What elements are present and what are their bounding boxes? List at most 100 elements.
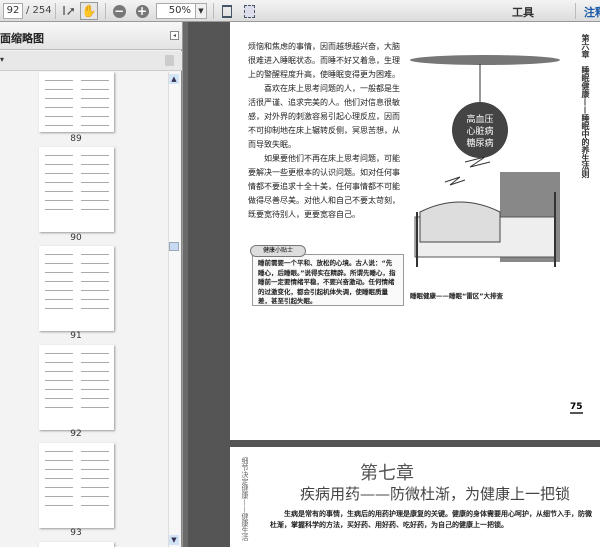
thumbnail-text-line xyxy=(45,80,73,81)
tip-tag: 健康小贴士 xyxy=(250,245,306,257)
thumbnail-text-line xyxy=(45,353,73,354)
thumbnail-text-line xyxy=(45,290,73,291)
thumbnail-text-line xyxy=(81,125,109,126)
options-dropdown[interactable]: ▾ xyxy=(0,55,4,64)
thumbnail-text-line xyxy=(45,254,73,255)
thumbnail-page-91[interactable] xyxy=(39,246,114,331)
thumbnail-text-line xyxy=(45,469,73,470)
thumbnail-text-line xyxy=(45,389,73,390)
document-page-75: 烦恼和焦虑的事情，因而越想越兴奋，大脑很难进入睡眠状态。而睡不好又着急，生理上的… xyxy=(230,22,600,440)
thumbnail-text-line xyxy=(81,254,109,255)
page-number-input[interactable]: 92 xyxy=(3,3,23,19)
chapter-title: 疾病用药——防微杜渐，为健康上一把锁 xyxy=(300,485,571,503)
thumbnail-text-line xyxy=(45,263,73,264)
chapter-intro: 生病是常有的事情，生病后的用药护理是康复的关键。健康的身体需要用心呵护，从细节入… xyxy=(270,510,592,529)
thumbnail-text-line xyxy=(81,308,109,309)
thumbnail-text-line xyxy=(81,389,109,390)
paragraph: 喜欢在床上思考问题的人，一般都是生活很严谨、追求完美的人。他们对信息很敏感，对外… xyxy=(248,84,400,149)
thumbnail-text-line xyxy=(45,164,73,165)
thumbnail-text-line xyxy=(81,164,109,165)
running-head: 第六章 睡眠健康——睡眠中的养生法则 xyxy=(581,34,590,178)
running-head: 细节决定健康——健康生活 xyxy=(241,457,249,541)
thumbnail-label: 93 xyxy=(70,528,82,538)
paragraph: 如果要他们不再在床上思考问题，可能要解决一些更根本的认识问题。如对任何事情都不要… xyxy=(248,154,400,219)
zoom-dropdown-button[interactable]: ▼ xyxy=(195,3,207,19)
thumbnail-text-line xyxy=(81,80,109,81)
thumbnail-page-93[interactable] xyxy=(39,443,114,528)
select-tool-icon[interactable]: I➚ xyxy=(60,2,78,20)
divider xyxy=(105,3,106,19)
thumbnail-text-line xyxy=(45,478,73,479)
panel-header: 页面缩略图 ◂ xyxy=(0,22,182,50)
fit-page-icon[interactable] xyxy=(218,2,236,20)
chapter-number: 第七章 xyxy=(360,463,414,484)
thumbnail-text-line xyxy=(45,505,73,506)
thumbnail-text-line xyxy=(81,487,109,488)
paragraph: 烦恼和焦虑的事情，因而越想越兴奋，大脑很难进入睡眠状态。而睡不好又着急，生理上的… xyxy=(248,42,400,79)
thumbnail-text-line xyxy=(45,209,73,210)
thumbnail-text-line xyxy=(45,362,73,363)
thumbnail-text-line xyxy=(45,272,73,273)
thumbnail-text-line xyxy=(45,460,73,461)
collapse-panel-button[interactable]: ◂ xyxy=(170,31,179,40)
body-text: 烦恼和焦虑的事情，因而越想越兴奋，大脑很难进入睡眠状态。而睡不好又着急，生理上的… xyxy=(248,40,406,222)
thumbnail-text-line xyxy=(81,98,109,99)
thumbnail-text-line xyxy=(45,371,73,372)
hand-tool-icon[interactable]: ✋ xyxy=(80,2,98,20)
thumbnail-page-92[interactable] xyxy=(39,345,114,430)
thumbnail-text-line xyxy=(81,263,109,264)
thumbnail-text-line xyxy=(81,209,109,210)
thumbnail-text-line xyxy=(45,89,73,90)
thumbnail-list: 89 90 91 92 93 xyxy=(0,72,168,547)
thumbnail-label: 91 xyxy=(70,331,82,341)
thumbnail-scrollbar[interactable]: ▲ ▼ xyxy=(168,72,179,547)
thumbnail-text-line xyxy=(81,200,109,201)
thumbnail-text-line xyxy=(81,478,109,479)
comment-button[interactable]: 注释 xyxy=(584,4,600,20)
divider xyxy=(55,3,56,19)
trash-icon[interactable] xyxy=(165,55,174,66)
thumbnail-text-line xyxy=(81,460,109,461)
thumbnail-page-90[interactable] xyxy=(39,147,114,232)
thumbnail-text-line xyxy=(81,116,109,117)
panel-splitter[interactable] xyxy=(182,22,188,547)
tip-box: 睡前需要一个平和、放松的心境。古人说：“先睡心，后睡眼。”说得实在精辟。所谓先睡… xyxy=(252,254,404,306)
thumbnail-text-line xyxy=(45,182,73,183)
thumbnail-text-line xyxy=(81,407,109,408)
illustration-label: 糖尿病 xyxy=(466,137,493,149)
thumbnail-text-line xyxy=(81,496,109,497)
thumbnail-text-line xyxy=(81,451,109,452)
divider xyxy=(213,3,214,19)
thumbnail-text-line xyxy=(81,191,109,192)
zoom-in-icon[interactable]: + xyxy=(133,2,151,20)
thumbnail-text-line xyxy=(81,272,109,273)
thumbnail-text-line xyxy=(81,299,109,300)
thumbnail-text-line xyxy=(81,371,109,372)
divider xyxy=(575,3,576,19)
illustration-caption: 睡眠健康——睡眠“雷区”大排查 xyxy=(410,292,504,300)
zoom-input[interactable]: 50% xyxy=(156,3,196,19)
illustration-label: 高血压 xyxy=(466,113,493,125)
thumbnail-text-line xyxy=(45,155,73,156)
scrollbar-thumb[interactable] xyxy=(169,242,179,251)
thumbnail-text-line xyxy=(81,398,109,399)
thumbnail-page-94[interactable] xyxy=(39,542,114,547)
thumbnail-text-line xyxy=(81,173,109,174)
thumbnail-text-line xyxy=(81,505,109,506)
thumbnail-text-line xyxy=(81,107,109,108)
page-total: / 254 xyxy=(26,5,52,16)
panel-subtoolbar: ▾ xyxy=(0,51,182,71)
scroll-up-icon[interactable]: ▲ xyxy=(169,74,179,84)
thumbnail-text-line xyxy=(45,191,73,192)
thumbnail-text-line xyxy=(81,362,109,363)
document-page-76: 细节决定健康——健康生活 第七章 疾病用药——防微杜渐，为健康上一把锁 生病是常… xyxy=(230,447,600,547)
thumbnail-text-line xyxy=(81,155,109,156)
thumbnail-page-89[interactable] xyxy=(39,72,114,132)
fit-width-icon[interactable] xyxy=(240,2,258,20)
scroll-down-icon[interactable]: ▼ xyxy=(169,535,179,545)
zoom-out-icon[interactable]: − xyxy=(110,2,128,20)
tools-button[interactable]: 工具 xyxy=(512,4,534,20)
thumbnail-text-line xyxy=(81,281,109,282)
thumbnail-text-line xyxy=(45,107,73,108)
thumbnail-text-line xyxy=(45,98,73,99)
